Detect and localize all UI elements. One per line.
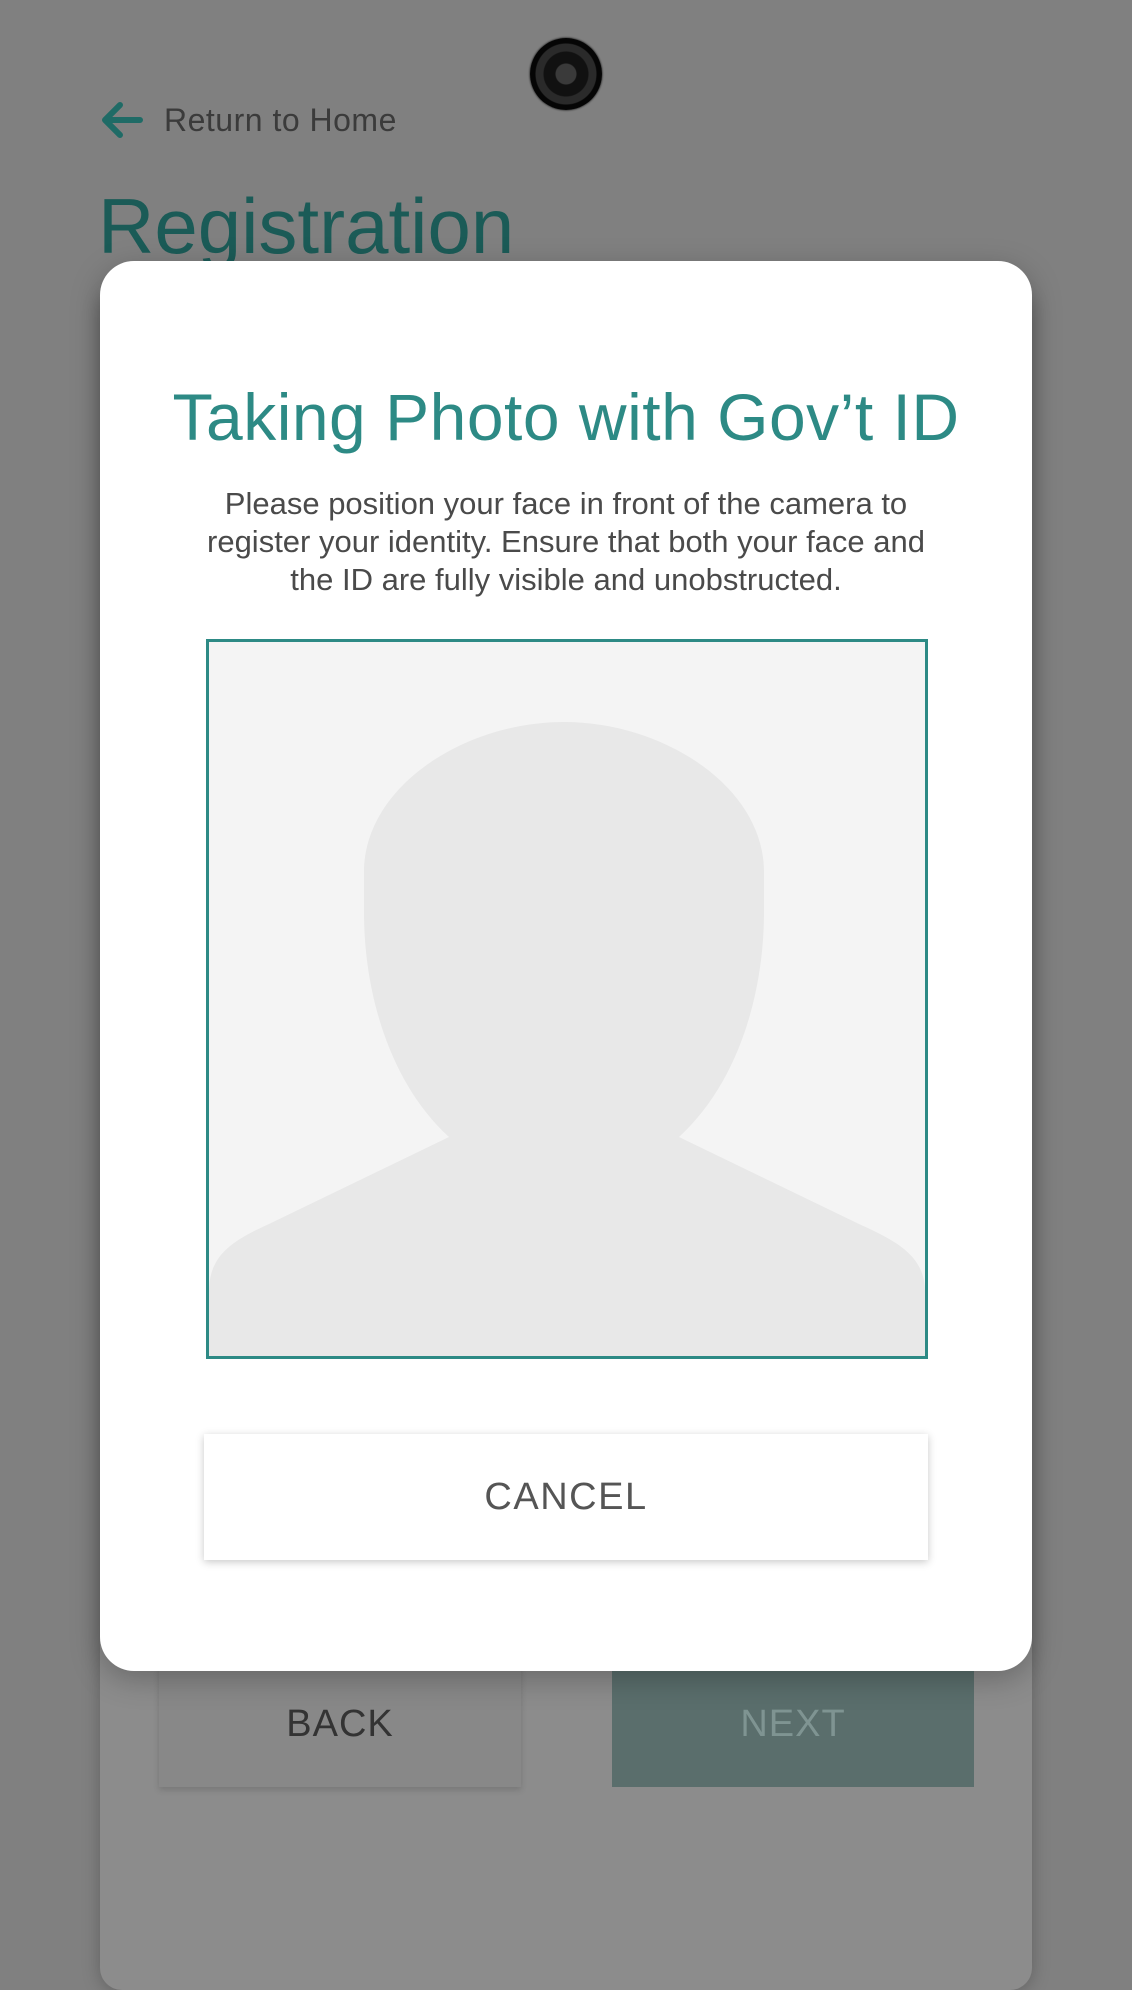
person-silhouette-icon (209, 722, 925, 1356)
modal-instructions: Please position your face in front of th… (207, 486, 925, 597)
return-to-home-label: Return to Home (164, 101, 397, 138)
arrow-left-icon (102, 102, 143, 138)
back-button[interactable]: BACK (159, 1662, 521, 1787)
return-to-home-link[interactable]: Return to Home (98, 96, 397, 144)
next-button[interactable]: NEXT (612, 1662, 974, 1787)
camera-lens-icon (530, 38, 602, 110)
cancel-button[interactable]: CANCEL (204, 1434, 928, 1560)
modal-title: Taking Photo with Gov’t ID (172, 380, 960, 454)
camera-preview (206, 639, 928, 1359)
page-title: Registration (98, 182, 515, 270)
photo-capture-modal: Taking Photo with Gov’t ID Please positi… (100, 261, 1032, 1671)
